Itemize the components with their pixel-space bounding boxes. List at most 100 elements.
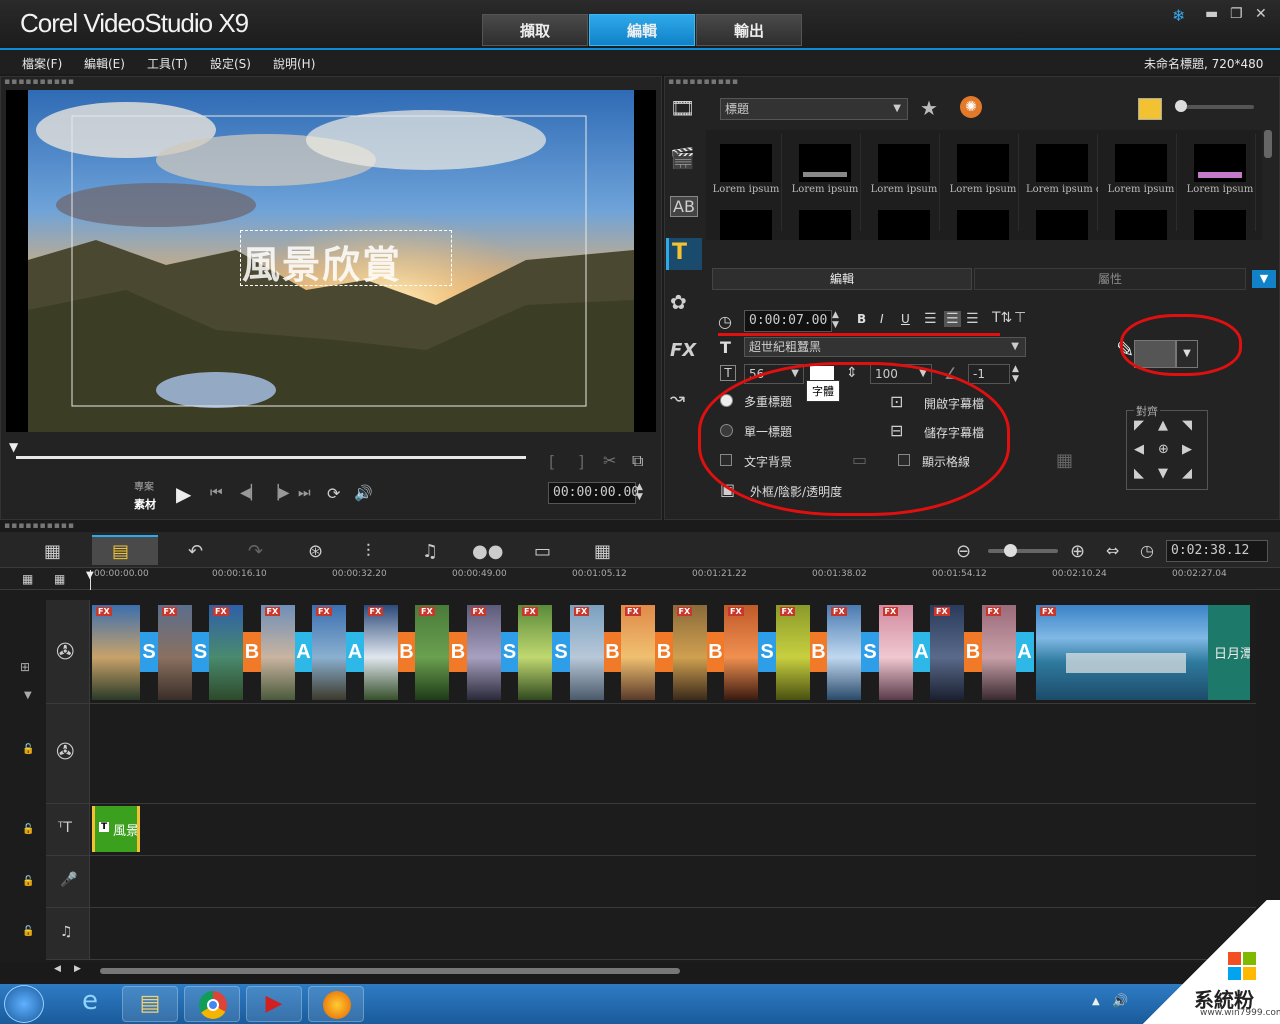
video-clip[interactable]: FX <box>92 605 140 700</box>
angle-spinner[interactable]: ▲ ▼ <box>1012 364 1019 384</box>
video-clip[interactable]: FX <box>363 605 398 700</box>
title-thumb-row2[interactable] <box>1036 210 1088 240</box>
video-clip[interactable]: FX <box>621 605 655 700</box>
graphic-icon[interactable]: ✿ <box>670 290 687 314</box>
timeline-view-icon[interactable]: ▤ <box>112 541 129 562</box>
zoom-slider[interactable] <box>988 549 1058 553</box>
title-t-icon[interactable]: T <box>672 240 687 265</box>
lock-icon[interactable]: 🔓 <box>22 824 34 835</box>
transition-marker[interactable]: S <box>500 632 519 672</box>
speaker-icon[interactable]: 🔊 <box>1112 994 1128 1009</box>
scrubber-handle[interactable]: ▼ <box>9 440 18 454</box>
start-button[interactable] <box>4 985 44 1023</box>
title-clip[interactable]: T 風景 <box>92 806 140 852</box>
video-clip[interactable]: FX <box>724 605 758 700</box>
timecode-field[interactable]: 00:00:00.00 <box>548 482 639 504</box>
panel-grip-2[interactable]: ▪▪▪▪▪▪▪▪▪▪ <box>668 77 739 87</box>
timecode-spinner[interactable]: ▲ ▼ <box>636 482 643 502</box>
go-end-icon[interactable]: ⏭ <box>298 485 311 501</box>
transition-marker[interactable]: B <box>603 632 622 672</box>
video-clip[interactable]: FX <box>930 605 964 700</box>
collapse-options-icon[interactable]: ▼ <box>1252 270 1276 288</box>
thumb-size-handle[interactable] <box>1175 100 1187 112</box>
duration-field[interactable]: 0:00:07.00 <box>744 310 832 332</box>
scrubber-bar[interactable] <box>16 456 526 459</box>
teal-clip[interactable]: 日月潭 <box>1208 605 1250 700</box>
transition-marker[interactable]: S <box>758 632 776 672</box>
path-icon[interactable]: ↝ <box>670 388 685 409</box>
scissors-icon[interactable]: ✂ <box>603 451 616 470</box>
align-right-mid-icon[interactable]: ▶ <box>1182 442 1192 457</box>
close-icon[interactable]: ✕ <box>1255 6 1267 22</box>
menu-settings[interactable]: 設定(S) <box>210 55 251 72</box>
go-start-icon[interactable]: ⏮ <box>210 485 223 501</box>
panel-grip[interactable]: ▪▪▪▪▪▪▪▪▪▪ <box>4 77 75 87</box>
motion-tracking-icon[interactable]: ●● <box>472 541 503 562</box>
video-clip[interactable]: FX <box>672 605 707 700</box>
transition-marker[interactable]: A <box>294 632 313 672</box>
fx-filter-icon[interactable]: FX <box>670 340 696 361</box>
lock-icon[interactable]: 🔓 <box>22 926 34 937</box>
video-clip[interactable]: FX <box>827 605 861 700</box>
fit-project-icon[interactable]: ⇔ <box>1106 541 1119 560</box>
transition-marker[interactable]: B <box>449 632 467 672</box>
repeat-icon[interactable]: ⟳ <box>327 484 340 503</box>
timeline-scrollbar[interactable] <box>100 968 680 974</box>
align-center-icon[interactable]: ☰ <box>944 311 961 327</box>
align-bottom-icon[interactable]: ▼ <box>1158 466 1168 481</box>
storyboard-view-icon[interactable]: ▦ <box>44 541 61 562</box>
transition-marker[interactable]: S <box>861 632 879 672</box>
menu-tools[interactable]: 工具(T) <box>147 55 188 72</box>
gallery-scrollbar[interactable] <box>1264 130 1272 158</box>
align-bottom-right-icon[interactable]: ◢ <box>1182 466 1192 481</box>
media-icon[interactable]: 🎞 <box>670 96 695 120</box>
redo-icon[interactable]: ↷ <box>248 541 263 562</box>
video-clip[interactable]: FX <box>518 605 552 700</box>
italic-button[interactable]: I <box>880 312 884 326</box>
transition-marker[interactable]: S <box>140 632 158 672</box>
lock-icon[interactable]: 🔓 <box>22 744 34 755</box>
chrome-icon[interactable] <box>184 986 240 1022</box>
video-clip[interactable]: FX <box>466 605 501 700</box>
text-orientation-icon[interactable]: ⊤ <box>1014 310 1026 326</box>
multi-trim-icon[interactable]: ▦ <box>594 541 611 562</box>
next-frame-icon[interactable]: ▕▶ <box>268 485 290 501</box>
video-clip[interactable]: FX <box>312 605 346 700</box>
video-clip[interactable]: FX <box>260 605 295 700</box>
align-top-right-icon[interactable]: ◥ <box>1182 418 1192 433</box>
zoom-out-icon[interactable]: ⊖ <box>956 541 971 562</box>
playhead-handle[interactable]: ▼ <box>86 570 94 581</box>
align-left-mid-icon[interactable]: ◀ <box>1134 442 1144 457</box>
enlarge-icon[interactable]: ⧉ <box>632 451 643 471</box>
snowflake-icon[interactable]: ❄ <box>1172 6 1185 25</box>
underline-button[interactable]: U <box>901 312 910 326</box>
scroll-right-icon[interactable]: ▶ <box>74 964 81 974</box>
tab-edit[interactable]: 編輯 <box>589 14 695 46</box>
explorer-icon[interactable]: ▤ <box>122 986 178 1022</box>
mode-project[interactable]: 專案 <box>134 478 154 493</box>
angle-field[interactable]: -1 <box>968 364 1010 384</box>
video-clip[interactable]: FX <box>981 605 1016 700</box>
sound-mixer-icon[interactable]: ⫶ <box>366 541 371 562</box>
tab-edit-options[interactable]: 編輯 <box>712 268 972 290</box>
align-bottom-left-icon[interactable]: ◣ <box>1134 466 1144 481</box>
chapter-point-icon[interactable]: ▦ <box>54 572 65 586</box>
prev-frame-icon[interactable]: ◀▏ <box>240 485 262 501</box>
videostudio-taskbar-icon[interactable]: ▶ <box>246 986 302 1022</box>
undo-icon[interactable]: ↶ <box>188 541 203 562</box>
video-clip[interactable]: FX <box>415 605 449 700</box>
chevron-down-icon[interactable]: ▼ <box>24 690 32 701</box>
video-clip[interactable]: FX <box>157 605 192 700</box>
scroll-left-icon[interactable]: ◀ <box>54 964 61 974</box>
title-thumb-row2[interactable] <box>1115 210 1167 240</box>
title-thumb-row2[interactable] <box>799 210 851 240</box>
text-direction-icon[interactable]: T⇅ <box>992 310 1012 326</box>
transition-marker[interactable]: S <box>552 632 570 672</box>
video-clip[interactable]: FX <box>569 605 604 700</box>
category-dropdown[interactable]: 標題 ▼ <box>720 98 908 120</box>
duration-spinner[interactable]: ▲ ▼ <box>832 310 839 330</box>
video-clip[interactable]: FX <box>209 605 243 700</box>
tab-capture[interactable]: 擷取 <box>482 14 588 46</box>
subtitle-editor-icon[interactable]: ▭ <box>534 541 551 562</box>
transition-marker[interactable]: A <box>912 632 931 672</box>
